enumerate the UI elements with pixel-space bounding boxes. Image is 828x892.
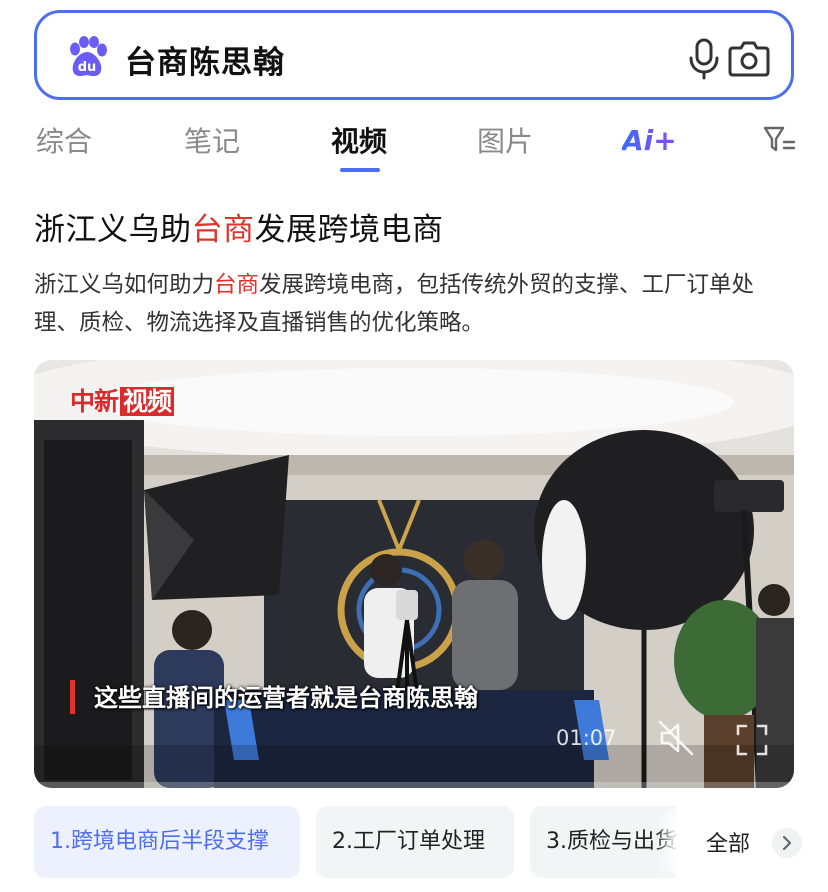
ai-assistant-tab[interactable]: Ai+ — [622, 122, 682, 158]
tab-video[interactable]: 视频 — [331, 120, 387, 160]
summary-part: 浙江义乌如何助力 — [34, 272, 215, 298]
result-title-highlight: 台商 — [191, 212, 255, 248]
baidu-paw-logo-icon: du — [70, 36, 107, 77]
logo-text: 中新 — [70, 387, 119, 416]
result-title-part: 发展跨境电商 — [254, 212, 444, 248]
news-channel-logo: 中新 视频 — [70, 382, 175, 418]
filter-icon[interactable] — [762, 124, 796, 156]
logo-box: 视频 — [120, 387, 175, 416]
camera-icon[interactable] — [727, 38, 771, 78]
mute-icon[interactable] — [656, 718, 696, 758]
fullscreen-icon[interactable] — [734, 722, 770, 758]
chapter-chip-2[interactable]: 2.工厂订单处理 — [316, 806, 514, 878]
video-player[interactable]: 中新 视频 这些直播间的运营者就是台商陈思翰 01:07 — [34, 360, 794, 788]
subtitle-accent-bar — [70, 680, 75, 714]
active-tab-indicator — [340, 168, 380, 172]
microphone-icon[interactable] — [687, 37, 721, 81]
svg-text:du: du — [78, 60, 97, 75]
result-summary: 浙江义乌如何助力台商发展跨境电商，包括传统外贸的支撑、工厂订单处理、质检、物流选… — [34, 266, 794, 342]
chapters-all-button[interactable]: 全部 — [676, 806, 828, 878]
chapters-all-label: 全部 — [706, 832, 751, 857]
chevron-right-icon — [772, 828, 802, 858]
video-progress-bar[interactable] — [34, 782, 794, 788]
summary-highlight: 台商 — [214, 272, 260, 298]
video-duration: 01:07 — [556, 726, 617, 750]
video-subtitle: 这些直播间的运营者就是台商陈思翰 — [94, 684, 478, 712]
search-input[interactable]: 台商陈思翰 — [125, 37, 285, 82]
search-tabs: 综合 笔记 视频 图片 Ai+ — [0, 112, 828, 174]
result-title[interactable]: 浙江义乌助台商发展跨境电商 — [34, 204, 444, 249]
chapter-chip-1[interactable]: 1.跨境电商后半段支撑 — [34, 806, 300, 878]
result-title-part: 浙江义乌助 — [34, 212, 192, 248]
ai-tab-label: Ai+ — [622, 124, 677, 157]
tab-notes[interactable]: 笔记 — [184, 120, 240, 160]
tab-images[interactable]: 图片 — [477, 120, 533, 160]
search-bar[interactable]: du 台商陈思翰 — [34, 10, 794, 100]
tab-all[interactable]: 综合 — [36, 120, 92, 160]
chapter-list: 1.跨境电商后半段支撑 2.工厂订单处理 3.质检与出货 全部 — [34, 806, 828, 878]
